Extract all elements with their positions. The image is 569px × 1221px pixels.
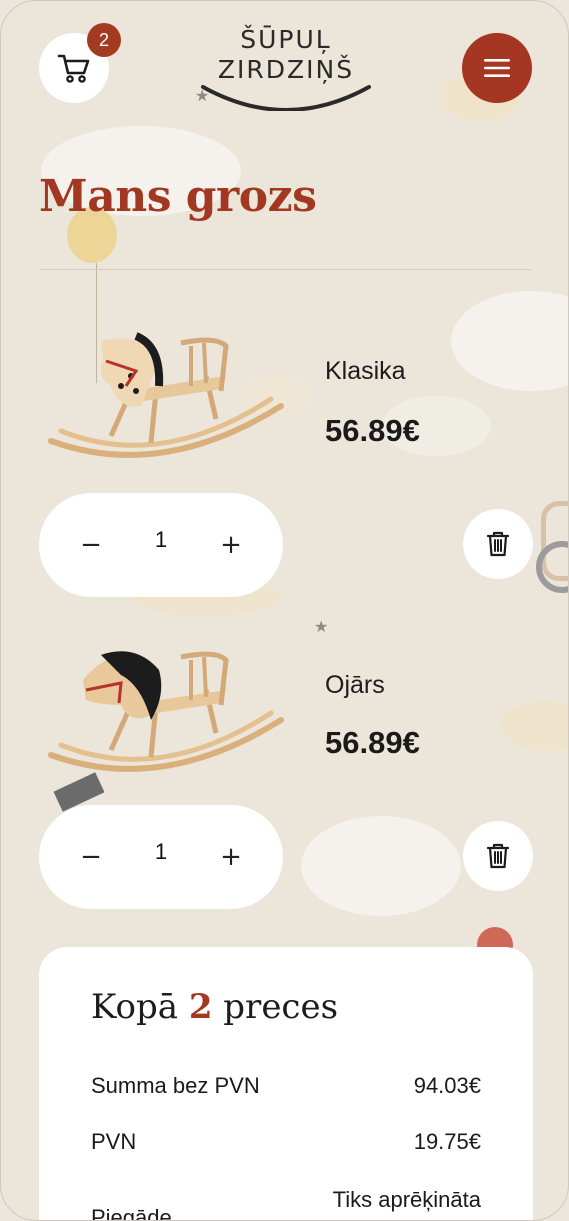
remove-item-button[interactable] (463, 821, 533, 891)
app-frame: ★ ★ 2 ŠŪPUĻ ZIRDZIŅŠ Mans grozs Klasika … (0, 0, 569, 1221)
menu-button[interactable] (462, 33, 532, 103)
quantity-value[interactable]: 1 (139, 527, 183, 553)
summary-label: Summa bez PVN (91, 1073, 260, 1098)
summary-label: Piegāde (91, 1205, 172, 1221)
product-image-rocking-horse[interactable] (41, 645, 291, 825)
summary-value: Tiks aprēķināta (332, 1187, 481, 1212)
divider (39, 269, 531, 270)
summary-label: PVN (91, 1129, 137, 1154)
cart-item: Ojārs 56.89€ − 1 + (1, 613, 568, 913)
logo-swoosh (201, 85, 371, 111)
logo-text-line1: ŠŪPUĻ (240, 25, 332, 54)
product-name[interactable]: Ojārs (325, 671, 385, 700)
trash-icon (486, 843, 510, 869)
cart-item: Klasika 56.89€ − 1 + (1, 301, 568, 601)
decrease-quantity-button[interactable]: − (69, 523, 113, 567)
product-price: 56.89€ (325, 725, 420, 760)
trash-icon (486, 531, 510, 557)
logo[interactable]: ŠŪPUĻ ZIRDZIŅŠ (197, 23, 375, 113)
page-title: Mans grozs (39, 171, 317, 222)
increase-quantity-button[interactable]: + (209, 835, 253, 879)
menu-icon (484, 59, 510, 77)
product-name[interactable]: Klasika (325, 357, 406, 386)
summary-title: Kopā 2 preces (91, 987, 338, 1027)
summary-title-prefix: Kopā (91, 987, 178, 1027)
product-image-rocking-horse[interactable] (41, 331, 291, 511)
logo-text-line2: ZIRDZIŅŠ (217, 55, 355, 84)
summary-value: 19.75€ (413, 1129, 481, 1154)
remove-item-button[interactable] (463, 509, 533, 579)
product-price: 56.89€ (325, 413, 420, 448)
order-summary-card: Kopā 2 preces Summa bez PVN 94.03€ PVN 1… (39, 947, 533, 1221)
cart-count-badge: 2 (87, 23, 121, 57)
quantity-stepper: − 1 + (39, 493, 283, 597)
quantity-value[interactable]: 1 (139, 839, 183, 865)
quantity-stepper: − 1 + (39, 805, 283, 909)
summary-title-suffix: preces (223, 987, 339, 1027)
summary-item-count: 2 (188, 987, 213, 1027)
cart-icon (57, 54, 90, 83)
increase-quantity-button[interactable]: + (209, 523, 253, 567)
summary-value: 94.03€ (413, 1073, 481, 1098)
decrease-quantity-button[interactable]: − (69, 835, 113, 879)
